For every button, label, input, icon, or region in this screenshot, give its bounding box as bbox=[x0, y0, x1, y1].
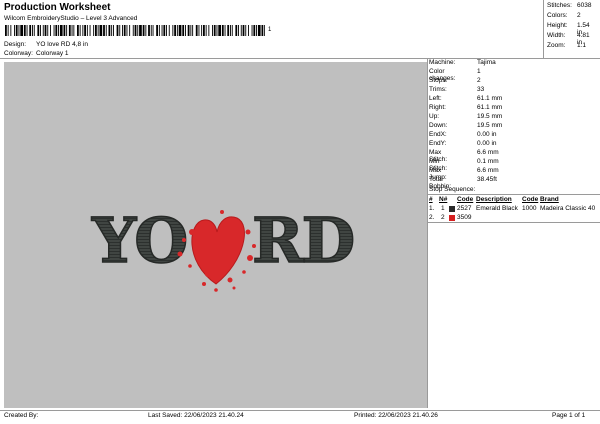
col-index: # bbox=[429, 196, 433, 203]
created-by: Created By: bbox=[4, 412, 39, 419]
property-value: 38.45ft bbox=[477, 176, 497, 183]
property-value: 61.1 mm bbox=[477, 95, 503, 102]
stop-needle: 2 bbox=[441, 214, 445, 221]
stop-code: 3509 bbox=[457, 214, 472, 221]
software-subtitle: Wilcom EmbroideryStudio – Level 3 Advanc… bbox=[4, 15, 138, 22]
thread-color-swatch bbox=[449, 215, 455, 221]
stop-needle: 1 bbox=[441, 205, 445, 212]
property-label: Machine: bbox=[429, 59, 456, 66]
stop-code: 2527 bbox=[457, 205, 472, 212]
property-label: Stops: bbox=[429, 77, 448, 84]
barcode-text: 1 bbox=[268, 27, 272, 33]
stop-sequence-header: # N# Code Description Code Brand bbox=[429, 196, 599, 205]
design-text-left: YO bbox=[91, 204, 186, 277]
property-value: 19.5 mm bbox=[477, 113, 503, 120]
footer: Created By: Last Saved: 22/06/2023 21.40… bbox=[0, 412, 600, 422]
zoom-value: 1:1 bbox=[577, 42, 587, 49]
last-saved: Last Saved: 22/06/2023 21.40.24 bbox=[148, 412, 244, 419]
property-value: 61.1 mm bbox=[477, 104, 503, 111]
zoom-label: Zoom: bbox=[547, 42, 566, 49]
col-code: Code bbox=[457, 196, 474, 203]
property-value: 0.00 in bbox=[477, 131, 497, 138]
height-label: Height: bbox=[547, 22, 568, 29]
col-code2: Code bbox=[522, 196, 539, 203]
col-needle: N# bbox=[439, 196, 448, 203]
stop-code2: 1000 bbox=[522, 205, 537, 212]
stop-index: 1. bbox=[429, 205, 435, 212]
property-value: 2 bbox=[477, 77, 481, 84]
property-value: Tajima bbox=[477, 59, 496, 66]
colorway-value: Colorway 1 bbox=[36, 50, 69, 57]
col-brand: Brand bbox=[540, 196, 559, 203]
property-label: EndY: bbox=[429, 140, 447, 147]
property-label: Right: bbox=[429, 104, 446, 111]
design-value: YO love RD 4,8 in bbox=[36, 41, 89, 48]
property-value: 19.5 mm bbox=[477, 122, 503, 129]
colorway-label: Colorway: bbox=[4, 50, 33, 57]
stop-brand: Madeira Classic 40 bbox=[540, 205, 596, 212]
summary-panel: Stitches: 6038 Colors: 2 Height: 1.54 in Wi… bbox=[547, 2, 599, 58]
thread-color-swatch bbox=[449, 206, 455, 212]
colors-value: 2 bbox=[577, 12, 581, 19]
page-number: Page 1 of 1 bbox=[552, 412, 586, 419]
property-label: Down: bbox=[429, 122, 448, 129]
stop-sequence-row: 1. 1 2527 Emerald Black 1000 Madeira Classic … bbox=[429, 205, 599, 214]
property-value: 1 bbox=[477, 68, 481, 75]
property-value: 0.00 in bbox=[477, 140, 497, 147]
colors-label: Colors: bbox=[547, 12, 568, 19]
design-text-right: RD bbox=[252, 204, 354, 277]
property-value: 6.6 mm bbox=[477, 167, 499, 174]
stop-sequence-title: Stop Sequence: bbox=[429, 186, 476, 193]
worksheet-title: Production Worksheet bbox=[4, 2, 111, 13]
stitches-value: 6038 bbox=[577, 2, 592, 9]
design-label: Design: bbox=[4, 41, 27, 48]
printed-date: Printed: 22/06/2023 21.40.26 bbox=[354, 412, 438, 419]
col-description: Description bbox=[476, 196, 512, 203]
property-value: 33 bbox=[477, 86, 485, 93]
design-preview-canvas: YO RD bbox=[4, 62, 427, 408]
barcode bbox=[5, 25, 265, 36]
design-preview-svg: YO RD bbox=[90, 203, 356, 292]
property-label: Up: bbox=[429, 113, 440, 120]
width-label: Width: bbox=[547, 32, 566, 39]
heart-splatter bbox=[177, 210, 256, 292]
stop-index: 2. bbox=[429, 214, 435, 221]
property-value: 0.1 mm bbox=[477, 158, 499, 165]
stitches-label: Stitches: bbox=[547, 2, 572, 9]
property-value: 6.6 mm bbox=[477, 149, 499, 156]
property-label: Trims: bbox=[429, 86, 447, 93]
stop-description: Emerald Black bbox=[476, 205, 518, 212]
property-label: Left: bbox=[429, 95, 442, 102]
property-label: EndX: bbox=[429, 131, 447, 138]
